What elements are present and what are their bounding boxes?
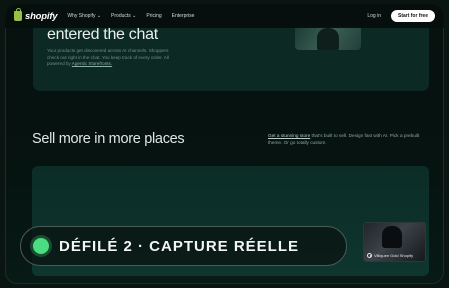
section-description: Get a stunning store that's built to sel… (268, 132, 428, 146)
top-navigation: shopify Why Shopify ⌄ Products ⌄ Pricing… (5, 4, 444, 28)
nav-actions: Log in Start for free (367, 10, 435, 22)
nav-item-enterprise[interactable]: Enterprise (172, 13, 195, 19)
thumbnail-caption-text: Villiquee Gold Shopify (374, 253, 414, 258)
play-icon (367, 253, 372, 258)
shopify-logo[interactable]: shopify (14, 8, 58, 22)
status-dot-icon (33, 238, 49, 254)
start-for-free-button[interactable]: Start for free (390, 10, 435, 22)
hero-body: Your products get discovered across AI c… (47, 48, 179, 68)
nav-item-products[interactable]: Products ⌄ (111, 13, 136, 19)
shopping-bag-icon (14, 8, 22, 21)
scroll-status-pill: DÉFILÉ 2 · CAPTURE RÉELLE (20, 226, 347, 266)
agentic-storefronts-link[interactable]: Agentic Storefronts. (72, 61, 112, 66)
hero-image (295, 26, 361, 50)
video-thumbnail[interactable]: Villiquee Gold Shopify (363, 222, 426, 262)
person-figure-icon (382, 226, 402, 248)
hero-title: entered the chat (47, 26, 158, 43)
nav-item-pricing[interactable]: Pricing (146, 13, 161, 19)
stunning-store-link[interactable]: Get a stunning store (268, 133, 310, 138)
brand-name: shopify (25, 10, 58, 22)
thumbnail-caption: Villiquee Gold Shopify (367, 253, 413, 258)
nav-item-why-shopify[interactable]: Why Shopify ⌄ (67, 13, 101, 19)
login-link[interactable]: Log in (367, 13, 381, 19)
section-title: Sell more in more places (32, 131, 185, 147)
scroll-status-label: DÉFILÉ 2 · CAPTURE RÉELLE (59, 237, 300, 255)
person-figure-icon (317, 28, 339, 50)
